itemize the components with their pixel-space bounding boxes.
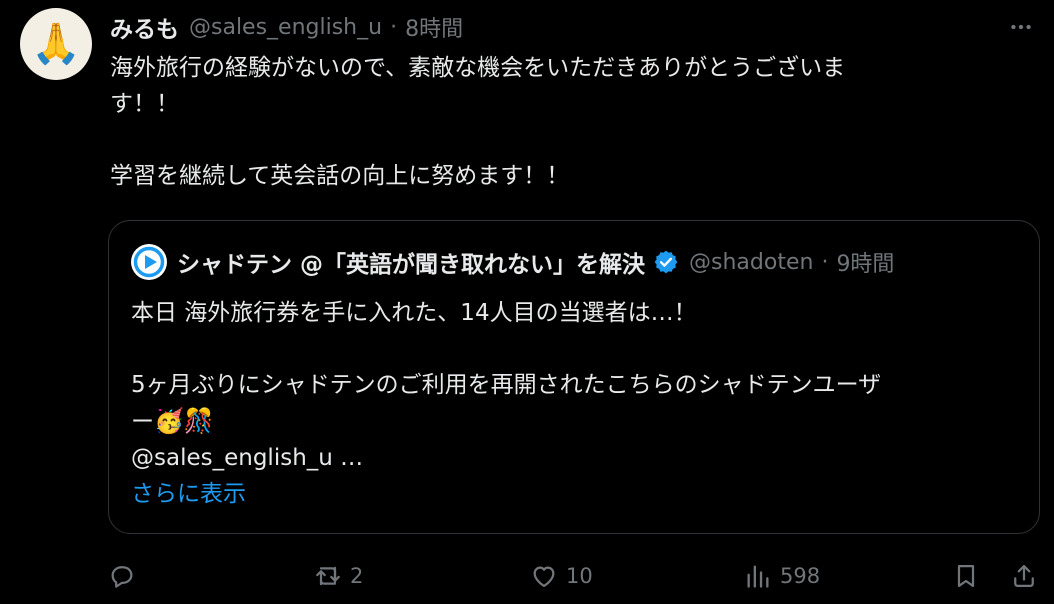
share-icon [1014, 564, 1034, 588]
quoted-text-line-with-emoji: ー🥳🎊 [131, 403, 1031, 440]
quoted-author-display-name[interactable]: シャドテン @「英語が聞き取れない」を解決 [177, 245, 645, 279]
avatar[interactable]: 🙏 [20, 8, 92, 80]
quoted-post[interactable]: シャドテン @「英語が聞き取れない」を解決 @shadoten · 9時間 本日… [108, 220, 1040, 534]
bookmark-button[interactable] [952, 556, 980, 596]
shadoten-logo-icon [131, 244, 167, 280]
quoted-post-timestamp[interactable]: 9時間 [836, 246, 894, 278]
analytics-icon [747, 565, 769, 588]
views-button[interactable]: 598 [744, 556, 820, 596]
confetti-ball-emoji: 🎊 [183, 407, 214, 435]
separator-dot: · [390, 14, 398, 40]
retweet-count: 2 [350, 564, 364, 588]
reply-button[interactable] [108, 556, 136, 596]
more-icon [1011, 24, 1031, 30]
post-text-line: す！！ [110, 91, 179, 117]
reply-icon [111, 566, 133, 588]
quoted-post-header: シャドテン @「英語が聞き取れない」を解決 @shadoten · 9時間 [131, 244, 894, 280]
views-count: 598 [780, 564, 821, 588]
show-more-link[interactable]: さらに表示 [131, 476, 1031, 512]
quoted-text-line: 5ヶ月ぶりにシャドテンのご利用を再開されたこちらのシャドテンユーザ [131, 372, 882, 398]
post-text-line: 海外旅行の経験がないので、素敵な機会をいただきありがとうございま [110, 55, 846, 81]
quoted-text-line: 本日 海外旅行券を手に入れた、14人目の当選者は…！ [131, 300, 697, 326]
bookmark-icon [957, 564, 975, 588]
heart-icon [533, 566, 555, 588]
party-face-emoji: 🥳 [154, 407, 184, 435]
quoted-author-handle[interactable]: @shadoten [689, 250, 813, 275]
post-text-line: 学習を継続して英会話の向上に努めます！！ [110, 163, 570, 189]
like-button[interactable]: 10 [530, 556, 593, 596]
like-count: 10 [566, 564, 593, 588]
separator-dot: · [821, 249, 829, 275]
post-timestamp[interactable]: 8時間 [405, 11, 463, 43]
verified-badge-icon[interactable] [653, 249, 679, 275]
quoted-mention-line[interactable]: @sales_english_u … [131, 440, 1031, 476]
share-button[interactable] [1010, 556, 1038, 596]
author-handle[interactable]: @sales_english_u [189, 15, 382, 40]
praying-hands-emoji: 🙏 [31, 21, 81, 67]
post-header: みるも @sales_english_u · 8時間 [110, 10, 463, 44]
quoted-text-fragment: ー [131, 409, 154, 435]
more-options-button[interactable] [1006, 14, 1036, 40]
post-text-line [110, 122, 990, 158]
author-display-name[interactable]: みるも [110, 10, 179, 44]
action-bar: 2 10 598 [108, 556, 1042, 596]
retweet-button[interactable]: 2 [314, 556, 363, 596]
post-text: 海外旅行の経験がないので、素敵な機会をいただきありがとうございま す！！ 学習を… [110, 50, 990, 194]
retweet-icon [316, 566, 340, 586]
quoted-text-line [131, 331, 1031, 367]
quoted-post-text: 本日 海外旅行券を手に入れた、14人目の当選者は…！ 5ヶ月ぶりにシャドテンのご… [131, 295, 1031, 512]
